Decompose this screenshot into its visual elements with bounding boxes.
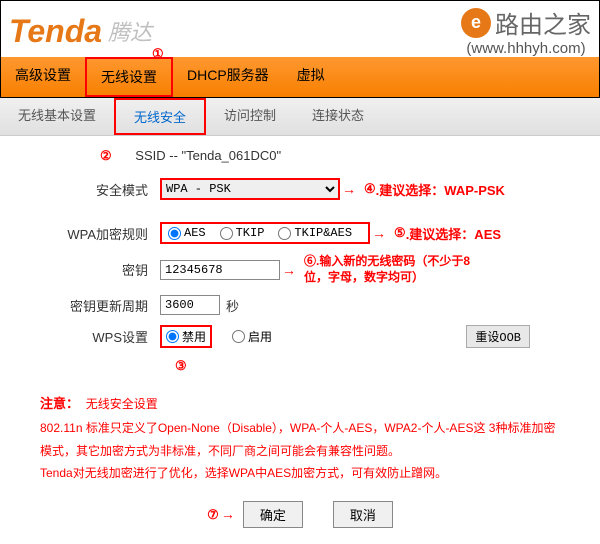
nav-dhcp[interactable]: DHCP服务器 — [173, 57, 283, 97]
radio-tkip[interactable]: TKIP — [220, 226, 265, 240]
subnav-access[interactable]: 访问控制 — [206, 98, 294, 135]
notice-title: 注意： — [40, 396, 79, 411]
radio-tkip-aes[interactable]: TKIP&AES — [278, 226, 352, 240]
marker-1: ① — [152, 46, 164, 62]
row-security-mode: 安全模式 WPA - PSK → ④.建议选择：WAP-PSK — [40, 178, 560, 200]
nav-virtual[interactable]: 虚拟 — [283, 57, 339, 97]
radio-aes[interactable]: AES — [168, 226, 206, 240]
row-wps: WPS设置 禁用 启用 重设OOB — [40, 325, 560, 348]
button-row: ⑦→ 确定 取消 — [40, 501, 560, 528]
logo: Tenda 腾达 — [9, 13, 152, 50]
annotation-5: ⑤.建议选择：AES — [394, 224, 501, 243]
reset-oob-button[interactable]: 重设OOB — [466, 325, 530, 348]
wpa-rule-group: AES TKIP TKIP&AES — [160, 222, 370, 244]
annotation-6: ⑥.输入新的无线密码（不少于8位，字母，数字均可） — [304, 254, 474, 285]
brand-cn: 腾达 — [108, 15, 152, 47]
annotation-4: ④.建议选择：WAP-PSK — [364, 180, 505, 199]
notice-line2: Tenda对无线加密进行了优化，选择WPA中AES加密方式，可有效防止蹭网。 — [40, 462, 560, 485]
subnav-status[interactable]: 连接状态 — [294, 98, 382, 135]
label-security-mode: 安全模式 — [40, 180, 160, 199]
marker-3: ③ — [175, 358, 187, 374]
watermark: e 路由之家 (www.hhhyh.com) — [461, 5, 591, 57]
nav-sub: 无线基本设置 无线安全 访问控制 连接状态 — [0, 98, 600, 136]
notice: 注意： 无线安全设置 802.11n 标准只定义了Open-None（Disab… — [40, 392, 560, 485]
arrow-icon: → — [282, 262, 296, 278]
arrow-icon: → — [372, 225, 386, 241]
notice-line1: 802.11n 标准只定义了Open-None（Disable），WPA-个人-… — [40, 417, 560, 463]
cancel-button[interactable]: 取消 — [333, 501, 393, 528]
radio-wps-enable[interactable]: 启用 — [232, 328, 272, 345]
watermark-icon: e — [461, 8, 491, 38]
row-wpa-rule: WPA加密规则 AES TKIP TKIP&AES → ⑤.建议选择：AES — [40, 222, 560, 244]
label-refresh: 密钥更新周期 — [40, 296, 160, 315]
marker-2: ② — [100, 148, 112, 164]
subnav-security[interactable]: 无线安全 — [114, 98, 206, 135]
input-refresh[interactable] — [160, 295, 220, 315]
arrow-icon: → — [342, 181, 356, 197]
unit-seconds: 秒 — [226, 296, 239, 315]
content: ② SSID -- "Tenda_061DC0" 安全模式 WPA - PSK … — [0, 136, 600, 544]
row-refresh: 密钥更新周期 秒 — [40, 295, 560, 315]
radio-wps-disable[interactable]: 禁用 — [160, 325, 212, 348]
ssid-row: ② SSID -- "Tenda_061DC0" — [40, 148, 560, 164]
ssid-label: SSID -- — [135, 148, 181, 163]
ssid-value: "Tenda_061DC0" — [182, 148, 282, 163]
marker-7: ⑦→ — [207, 506, 237, 523]
select-security-mode[interactable]: WPA - PSK — [160, 178, 340, 200]
nav-main: 高级设置 无线设置 DHCP服务器 虚拟 — [0, 57, 600, 98]
notice-subtitle: 无线安全设置 — [86, 397, 158, 411]
subnav-basic[interactable]: 无线基本设置 — [0, 98, 114, 135]
nav-wireless[interactable]: 无线设置 — [85, 57, 173, 97]
label-key: 密钥 — [40, 260, 160, 279]
ok-button[interactable]: 确定 — [243, 501, 303, 528]
brand-logo: Tenda — [9, 13, 102, 50]
watermark-url: (www.hhhyh.com) — [461, 40, 591, 57]
input-key[interactable] — [160, 260, 280, 280]
label-wps: WPS设置 — [40, 327, 160, 346]
nav-advanced[interactable]: 高级设置 — [1, 57, 85, 97]
row-key: 密钥 → ⑥.输入新的无线密码（不少于8位，字母，数字均可） — [40, 254, 560, 285]
header: Tenda 腾达 e 路由之家 (www.hhhyh.com) — [0, 0, 600, 57]
watermark-title: 路由之家 — [495, 5, 591, 40]
label-wpa-rule: WPA加密规则 — [40, 224, 160, 243]
